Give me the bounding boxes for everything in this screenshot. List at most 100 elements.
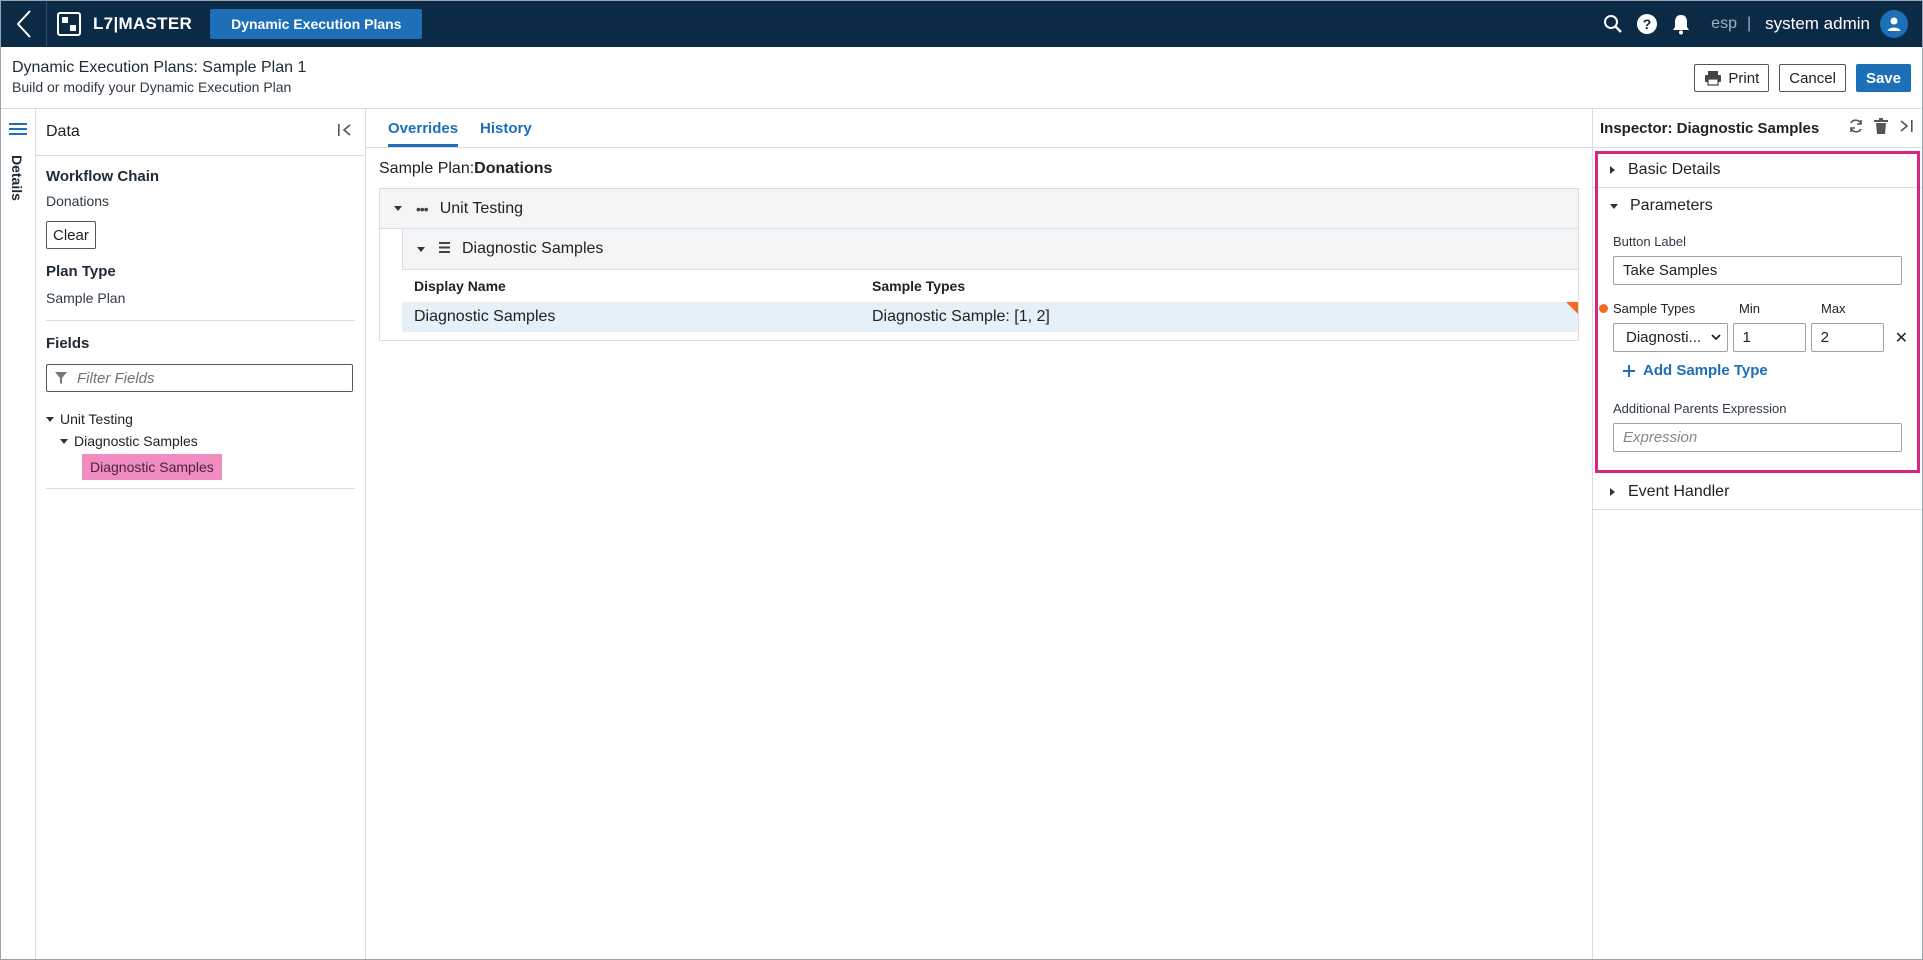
tab-bar: Overrides History: [366, 109, 1592, 148]
back-button[interactable]: [1, 1, 47, 47]
plan-type-label: Plan Type: [46, 263, 116, 280]
tab-overrides[interactable]: Overrides: [388, 120, 459, 147]
protocol-icon: •••: [416, 200, 429, 217]
filter-fields-input[interactable]: [77, 369, 337, 387]
table-row[interactable]: Diagnostic Samples Diagnostic Sample: [1…: [402, 302, 1578, 332]
left-rail: Details: [1, 109, 36, 959]
collapse-left-icon[interactable]: [337, 123, 353, 142]
sample-types-header: Sample Types Min Max: [1599, 301, 1908, 316]
top-nav-bar: L7|MASTER Dynamic Execution Plans ? esp …: [1, 1, 1922, 47]
group-row-unit-testing[interactable]: ••• Unit Testing: [380, 189, 1578, 229]
filter-fields-box[interactable]: [46, 364, 353, 392]
column-header-display-name[interactable]: Display Name: [414, 278, 872, 294]
plus-icon: [1623, 364, 1635, 377]
max-input[interactable]: 2: [1810, 323, 1884, 352]
collapse-right-icon[interactable]: [1898, 119, 1914, 137]
chevron-down-icon: [1710, 334, 1721, 341]
tree-item-unit-testing[interactable]: Unit Testing: [46, 408, 355, 430]
page-title: Dynamic Execution Plans: Sample Plan 1: [12, 59, 307, 76]
main-content: Overrides History Sample Plan:Donations …: [366, 109, 1592, 959]
fields-tree: Unit Testing Diagnostic Samples Diagnost…: [46, 408, 355, 480]
app-switcher-button[interactable]: Dynamic Execution Plans: [210, 9, 423, 39]
inspector-title: Inspector: Diagnostic Samples: [1600, 119, 1820, 137]
data-panel: Data Workflow Chain Donations Clear Plan…: [36, 109, 366, 959]
separator: |: [1746, 15, 1752, 32]
help-icon[interactable]: ?: [1635, 12, 1659, 36]
tree-item-diagnostic-samples[interactable]: Diagnostic Samples: [46, 430, 355, 452]
expression-placeholder: Expression: [1623, 429, 1698, 446]
column-header-sample-types[interactable]: Sample Types: [872, 278, 965, 294]
svg-text:?: ?: [1643, 16, 1652, 32]
parameters-table: Display Name Sample Types Diagnostic Sam…: [402, 270, 1578, 332]
divider: [46, 320, 355, 321]
list-icon: [439, 240, 450, 258]
tree-item-label: Unit Testing: [60, 411, 133, 427]
list-menu-icon[interactable]: [9, 121, 27, 142]
group-label: Unit Testing: [439, 199, 524, 217]
required-indicator: [1599, 304, 1608, 313]
chevron-left-icon: [16, 10, 31, 38]
user-name[interactable]: system admin: [1765, 14, 1870, 34]
section-event-handler[interactable]: Event Handler: [1593, 474, 1922, 510]
user-icon: [1887, 17, 1901, 31]
cancel-button[interactable]: Cancel: [1779, 64, 1846, 92]
button-label-label: Button Label: [1613, 234, 1687, 249]
tree-item-label: Diagnostic Samples: [74, 433, 198, 449]
logo-text: L7|MASTER: [93, 14, 193, 33]
workflow-chain-label: Workflow Chain: [46, 168, 160, 185]
caret-down-icon[interactable]: [46, 416, 54, 422]
workflow-chain-value: Donations: [46, 193, 110, 209]
bell-icon[interactable]: [1669, 12, 1693, 36]
add-sample-type-label: Add Sample Type: [1643, 362, 1768, 379]
min-input[interactable]: 1: [1732, 323, 1806, 352]
avatar[interactable]: [1880, 10, 1908, 38]
remove-sample-type-icon[interactable]: ✕: [1895, 328, 1908, 348]
print-label: Print: [1728, 69, 1760, 87]
add-sample-type-button[interactable]: Add Sample Type: [1623, 362, 1908, 379]
page-header: Dynamic Execution Plans: Sample Plan 1 B…: [1, 47, 1922, 109]
save-button[interactable]: Save: [1855, 64, 1911, 92]
details-tab[interactable]: Details: [9, 155, 25, 201]
data-panel-title: Data: [46, 123, 80, 140]
filter-icon: [55, 372, 67, 384]
fields-label: Fields: [46, 335, 90, 352]
caret-right-icon[interactable]: [1610, 487, 1615, 496]
additional-parents-label: Additional Parents Expression: [1613, 401, 1787, 416]
override-grid: ••• Unit Testing Diagnostic Samples Disp…: [379, 188, 1579, 341]
print-button[interactable]: Print: [1694, 64, 1770, 92]
max-label: Max: [1821, 301, 1846, 316]
min-label: Min: [1739, 301, 1760, 316]
sample-types-label: Sample Types: [1613, 301, 1696, 316]
tree-leaf-diagnostic-samples[interactable]: Diagnostic Samples: [82, 454, 222, 480]
group-label: Diagnostic Samples: [462, 240, 604, 257]
clear-button[interactable]: Clear: [46, 221, 96, 249]
language-selector[interactable]: esp: [1711, 15, 1737, 33]
expression-input[interactable]: Expression: [1613, 423, 1902, 452]
app-logo[interactable]: L7|MASTER: [57, 12, 192, 36]
section-label: Event Handler: [1628, 482, 1730, 500]
tab-history[interactable]: History: [480, 120, 532, 147]
caret-down-icon[interactable]: [417, 246, 425, 252]
sample-plan-label: Sample Plan:Donations: [379, 160, 552, 178]
plan-type-value: Sample Plan: [46, 290, 126, 306]
printer-icon: [1705, 71, 1722, 86]
plan-prefix: Sample Plan:: [379, 160, 475, 177]
caret-down-icon[interactable]: [60, 438, 68, 444]
select-value: Diagnosti...: [1626, 329, 1702, 346]
page-subtitle: Build or modify your Dynamic Execution P…: [12, 79, 292, 95]
refresh-icon[interactable]: [1848, 118, 1864, 138]
search-icon[interactable]: [1601, 12, 1625, 36]
button-label-input[interactable]: Take Samples: [1613, 256, 1902, 285]
cell-display-name: Diagnostic Samples: [414, 308, 556, 325]
sample-type-select[interactable]: Diagnosti...: [1613, 323, 1728, 352]
modified-flag-icon: [1566, 302, 1578, 314]
logo-icon: [57, 12, 81, 36]
plan-name: Donations: [474, 160, 553, 177]
caret-down-icon[interactable]: [394, 206, 402, 211]
group-row-diagnostic-samples[interactable]: Diagnostic Samples: [402, 229, 1578, 270]
inspector-panel: Inspector: Diagnostic Samples Basic Deta…: [1592, 109, 1922, 959]
table-header: Display Name Sample Types: [402, 270, 1578, 302]
trash-icon[interactable]: [1874, 118, 1888, 138]
divider: [46, 488, 355, 489]
parameters-form: Button Label Take Samples Sample Types M…: [1593, 234, 1922, 452]
